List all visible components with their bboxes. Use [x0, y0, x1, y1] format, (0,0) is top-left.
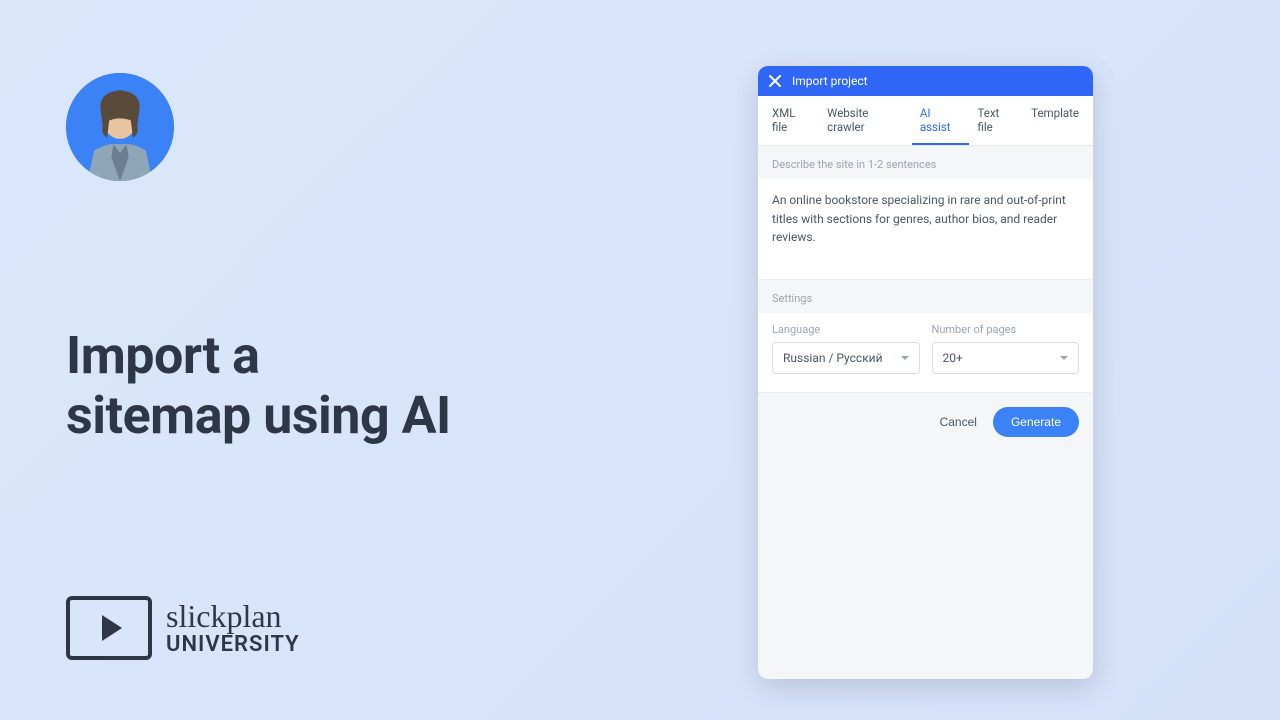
language-value: Russian / Русский: [783, 351, 883, 365]
avatar-illustration: [66, 73, 174, 181]
tab-xml-file[interactable]: XML file: [764, 96, 819, 145]
language-select[interactable]: Russian / Русский: [772, 342, 920, 374]
tab-website-crawler[interactable]: Website crawler: [819, 96, 912, 145]
presenter-avatar: [66, 73, 174, 181]
chevron-down-icon: [901, 356, 909, 360]
modal-header: Import project: [758, 66, 1093, 96]
tab-text-file[interactable]: Text file: [969, 96, 1023, 145]
site-description-input[interactable]: An online bookstore specializing in rare…: [758, 179, 1093, 280]
cancel-button[interactable]: Cancel: [940, 415, 977, 429]
brand-logo: slickplan UNIVERSITY: [66, 596, 300, 660]
close-icon[interactable]: [768, 74, 782, 88]
chevron-down-icon: [1060, 356, 1068, 360]
pages-value: 20+: [943, 351, 963, 365]
import-tabs: XML file Website crawler AI assist Text …: [758, 96, 1093, 146]
pages-field: Number of pages 20+: [932, 323, 1080, 374]
brand-name: slickplan: [166, 600, 300, 632]
describe-label: Describe the site in 1-2 sentences: [758, 146, 1093, 179]
pages-select[interactable]: 20+: [932, 342, 1080, 374]
brand-subtitle: UNIVERSITY: [166, 634, 300, 656]
modal-title: Import project: [792, 74, 868, 88]
language-label: Language: [772, 323, 920, 336]
book-play-icon: [66, 596, 152, 660]
pages-label: Number of pages: [932, 323, 1080, 336]
tab-template[interactable]: Template: [1023, 96, 1087, 145]
generate-button[interactable]: Generate: [993, 407, 1079, 437]
page-title: Import asitemap using AI: [66, 326, 451, 446]
language-field: Language Russian / Русский: [772, 323, 920, 374]
tab-ai-assist[interactable]: AI assist: [912, 96, 970, 145]
modal-actions: Cancel Generate: [758, 393, 1093, 451]
settings-label: Settings: [758, 280, 1093, 313]
settings-panel: Language Russian / Русский Number of pag…: [758, 313, 1093, 393]
play-icon: [102, 615, 122, 641]
import-project-modal: Import project XML file Website crawler …: [758, 66, 1093, 679]
